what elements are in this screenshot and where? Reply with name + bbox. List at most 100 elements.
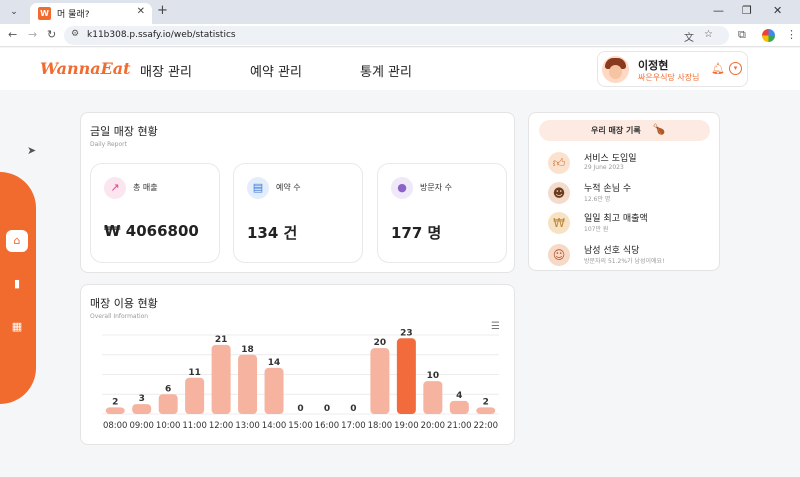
new-tab-icon[interactable]: +: [157, 3, 168, 18]
x-tick-label: 08:00: [103, 421, 128, 431]
record-title: 누적 손님 수: [584, 184, 632, 194]
stat-label: 총 매출: [133, 183, 158, 192]
side-navigation: ⌂ ▮ ▦: [0, 172, 36, 404]
x-tick-label: 10:00: [156, 421, 181, 431]
records-title: 우리 매장 기록: [591, 126, 641, 135]
url-text: k11b308.p.ssafy.io/web/statistics: [87, 30, 236, 40]
data-label: 6: [165, 384, 171, 394]
overall-info-card: 매장 이용 현황 Overall Information ☰ 2 08:00 3 09…: [80, 284, 515, 445]
app-logo[interactable]: WannaEat: [40, 59, 131, 78]
chart-bar[interactable]: [105, 407, 125, 414]
chart-bar[interactable]: [449, 400, 469, 414]
tab-title: 머 물래?: [57, 10, 90, 20]
calendar-icon[interactable]: ▦: [6, 316, 28, 338]
x-tick-label: 12:00: [209, 421, 234, 431]
forward-icon[interactable]: →: [28, 28, 37, 41]
x-tick-label: 17:00: [341, 421, 366, 431]
bar-chart-icon[interactable]: ▮: [6, 273, 28, 295]
data-label: 0: [297, 404, 303, 414]
nav-statistics-management[interactable]: 통계 관리: [360, 61, 412, 80]
site-info-icon[interactable]: ⚙: [71, 29, 79, 39]
data-label: 2: [112, 397, 118, 407]
app-header: WannaEat 매장 관리 예약 관리 통계 관리 이정현 싸은우식당 사장님…: [0, 48, 800, 90]
list-item: 👍︎ 서비스 도입일 29 June 2023: [529, 150, 719, 178]
chart-bar[interactable]: [370, 348, 390, 414]
record-title: 남성 선호 식당: [584, 246, 640, 256]
data-label: 10: [427, 371, 440, 381]
records-header: 우리 매장 기록 🍗︎: [539, 120, 710, 141]
close-window-icon[interactable]: ✕: [773, 4, 782, 17]
x-tick-label: 19:00: [394, 421, 419, 431]
chart-bar[interactable]: [264, 367, 284, 414]
man-icon: ☺: [548, 244, 570, 266]
home-icon[interactable]: ⌂: [6, 230, 28, 252]
restore-icon[interactable]: ❐: [742, 4, 752, 17]
close-tab-icon[interactable]: ✕: [137, 6, 145, 17]
chart-bar[interactable]: [132, 404, 152, 414]
bookmark-star-icon[interactable]: ☆: [704, 29, 713, 40]
chicken-leg-icon: 🍗︎: [652, 123, 666, 136]
record-sub: 12.6만 명: [584, 196, 611, 203]
translate-icon[interactable]: 文: [684, 29, 694, 44]
stat-label: 예약 수: [276, 183, 301, 192]
x-tick-label: 18:00: [368, 421, 393, 431]
stat-label: 방문자 수: [420, 183, 452, 192]
chevron-down-icon[interactable]: ▾: [729, 62, 742, 75]
data-label: 14: [268, 358, 281, 368]
data-label: 21: [215, 335, 228, 345]
x-tick-label: 20:00: [421, 421, 446, 431]
x-tick-label: 13:00: [235, 421, 259, 431]
chart-bar[interactable]: [423, 381, 443, 414]
data-label: 20: [374, 338, 387, 348]
bell-icon[interactable]: 🔔︎: [711, 62, 725, 75]
nav-reservation-management[interactable]: 예약 관리: [250, 61, 302, 80]
person-icon: ●: [391, 177, 413, 199]
stat-total-sales: ↗ 총 매출 ₩ 4066800: [90, 163, 220, 263]
stat-reservations: ▤ 예약 수 134 건: [233, 163, 363, 263]
data-label: 4: [456, 391, 462, 401]
store-records-card: 우리 매장 기록 🍗︎ 👍︎ 서비스 도입일 29 June 2023 ☻ 누적…: [528, 112, 720, 271]
url-bar[interactable]: ⚙ k11b308.p.ssafy.io/web/statistics 文 ☆: [64, 26, 729, 45]
more-menu-icon[interactable]: ⋮: [786, 28, 797, 41]
hourly-bar-chart: 208:00309:00610:001111:002112:001813:001…: [102, 328, 499, 431]
x-tick-label: 11:00: [182, 421, 207, 431]
list-item: ☻ 누적 손님 수 12.6만 명: [529, 180, 719, 208]
tab-search-icon[interactable]: ⌄: [6, 4, 22, 20]
list-item: ☺ 남성 선호 식당 방문자의 51.2%가 남성이에요!: [529, 242, 719, 270]
clipboard-icon: ▤: [247, 177, 269, 199]
stat-value: ₩ 4066800: [104, 222, 199, 240]
stat-value: 177 명: [391, 224, 442, 242]
reload-icon[interactable]: ↻: [47, 28, 56, 41]
chart-bar[interactable]: [238, 354, 258, 414]
mouse-cursor-icon: ➤: [27, 144, 37, 157]
extensions-icon[interactable]: ⧉: [738, 28, 746, 42]
back-icon[interactable]: ←: [8, 28, 17, 41]
browser-tabstrip: ⌄ W 머 물래? ✕ + — ❐ ✕: [0, 0, 800, 24]
browser-toolbar: ← → ↻ ⚙ k11b308.p.ssafy.io/web/statistic…: [0, 24, 800, 47]
chart-bar[interactable]: [158, 394, 178, 414]
trend-up-icon: ↗: [104, 177, 126, 199]
chart-bar[interactable]: [396, 338, 416, 414]
avatar: [602, 56, 629, 83]
crowd-icon: ☻: [548, 182, 570, 204]
chart-bar[interactable]: [476, 407, 496, 414]
favicon-icon: W: [38, 7, 51, 20]
record-sub: 방문자의 51.2%가 남성이에요!: [584, 258, 665, 265]
daily-report-subtitle: Daily Report: [90, 141, 127, 148]
user-name: 이정현: [638, 59, 669, 72]
minimize-icon[interactable]: —: [713, 4, 724, 17]
record-title: 서비스 도입일: [584, 154, 637, 164]
user-profile-box[interactable]: 이정현 싸은우식당 사장님 🔔︎ ▾: [597, 51, 748, 87]
thumbs-up-icon: 👍︎: [548, 152, 570, 174]
data-label: 18: [241, 345, 254, 355]
profile-avatar-icon[interactable]: [762, 29, 775, 42]
x-tick-label: 22:00: [474, 421, 499, 431]
nav-store-management[interactable]: 매장 관리: [140, 61, 192, 80]
browser-tab[interactable]: W 머 물래? ✕: [30, 3, 152, 24]
data-label: 2: [483, 397, 489, 407]
x-tick-label: 09:00: [129, 421, 154, 431]
data-label: 0: [350, 404, 356, 414]
data-label: 11: [188, 368, 201, 378]
chart-bar[interactable]: [185, 377, 205, 414]
chart-bar[interactable]: [211, 344, 231, 414]
